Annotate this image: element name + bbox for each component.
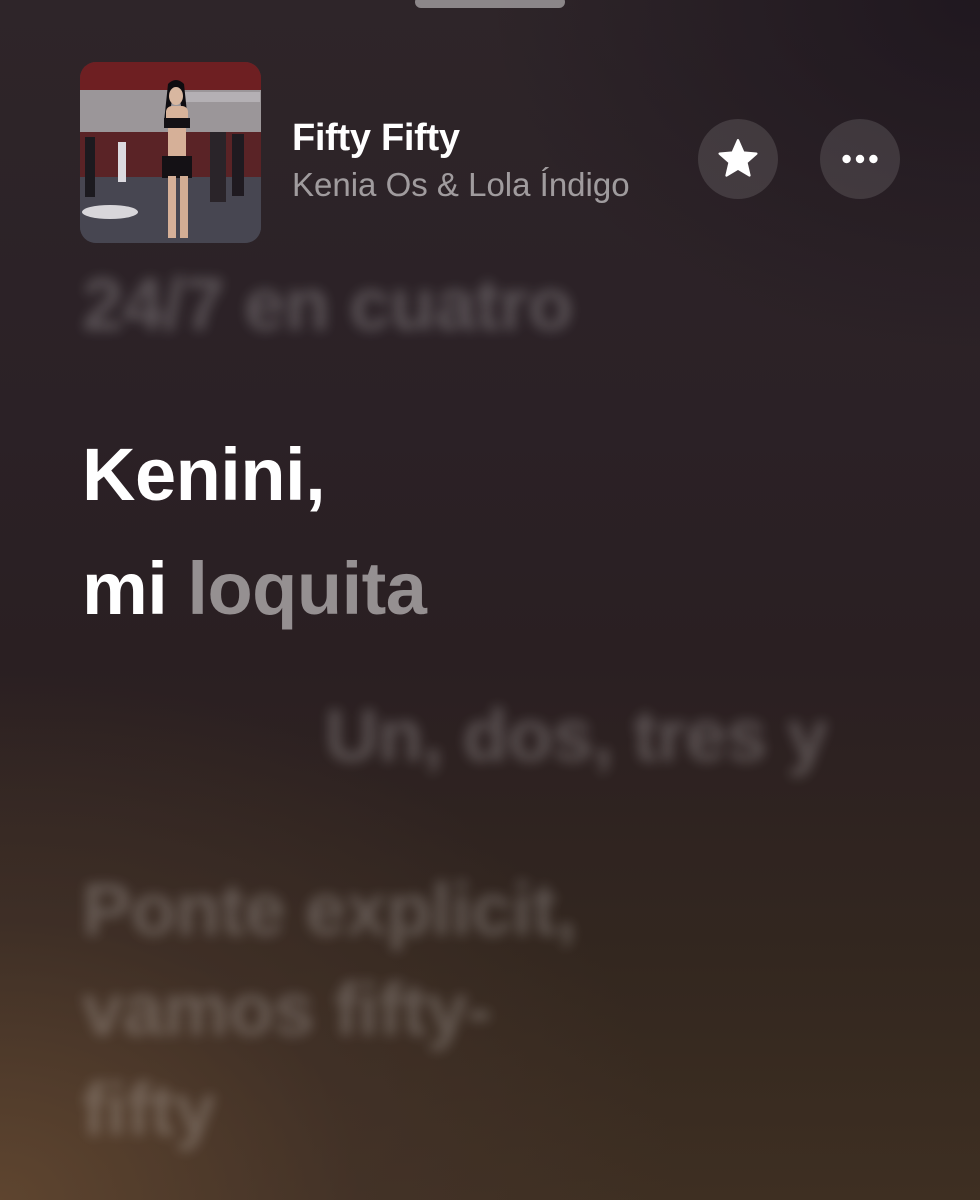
song-info[interactable]: Fifty Fifty Kenia Os & Lola Índigo — [292, 114, 688, 208]
lyric-line-previous[interactable]: 24/7 en cuatro — [82, 262, 573, 348]
lyric-line-current[interactable]: Kenini, mi loquita — [82, 418, 427, 646]
lyric-upcoming-row-1: Ponte explicit, — [82, 868, 577, 951]
more-options-button[interactable] — [820, 119, 900, 199]
star-icon — [718, 139, 758, 177]
lyric-upcoming-row-3: fifty — [82, 1068, 216, 1151]
lyric-sung-words: mi — [82, 547, 168, 630]
lyric-line-upcoming[interactable]: Ponte explicit, vamos fifty- fifty — [82, 860, 577, 1160]
album-artwork-image — [80, 62, 261, 243]
lyric-current-row-1: Kenini, — [82, 433, 326, 516]
lyric-unsung-words: loquita — [187, 547, 427, 630]
ellipsis-icon — [842, 154, 878, 164]
album-artwork[interactable] — [80, 62, 261, 243]
song-artist[interactable]: Kenia Os & Lola Índigo — [292, 162, 688, 208]
now-playing-header: Fifty Fifty Kenia Os & Lola Índigo — [0, 0, 980, 260]
song-title: Fifty Fifty — [292, 117, 460, 159]
lyric-current-row-2: mi loquita — [82, 532, 427, 646]
lyric-upcoming-row-2: vamos fifty- — [82, 968, 492, 1051]
lyric-line-next[interactable]: Un, dos, tres y — [325, 693, 828, 779]
favorite-button[interactable] — [698, 119, 778, 199]
